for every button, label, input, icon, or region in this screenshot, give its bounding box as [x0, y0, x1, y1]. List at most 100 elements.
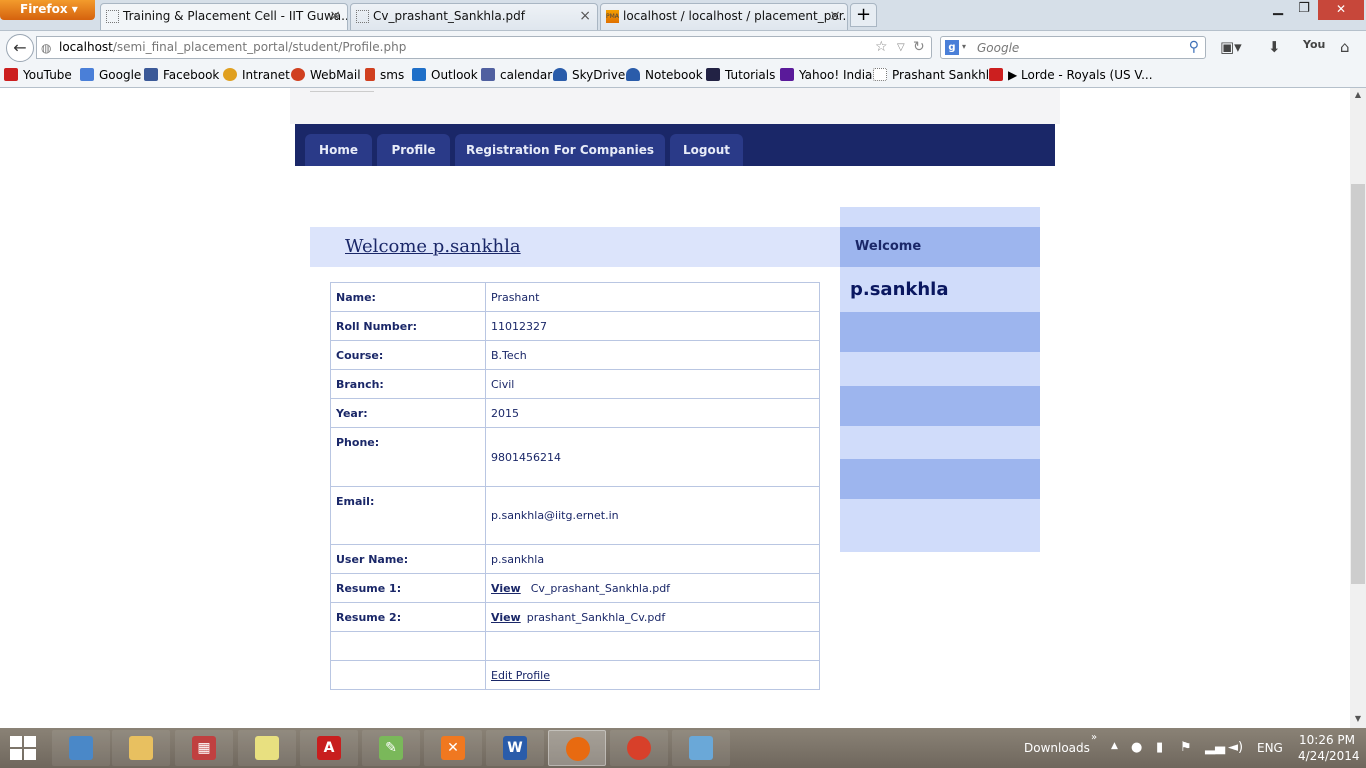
- google-search-engine-icon[interactable]: g: [945, 40, 959, 55]
- scroll-down-icon[interactable]: ▼: [1350, 714, 1366, 723]
- bookmark-tutorials[interactable]: Tutorials: [706, 68, 775, 82]
- close-icon[interactable]: ×: [829, 4, 841, 28]
- field-label: Year:: [330, 398, 486, 428]
- site-identity-icon[interactable]: ◍: [41, 41, 51, 55]
- wifi-icon[interactable]: ▂▄: [1205, 740, 1225, 768]
- window-close-icon[interactable]: ✕: [1318, 0, 1364, 20]
- tab-cv-pdf[interactable]: Cv_prashant_Sankhla.pdf ×: [350, 3, 598, 30]
- close-icon[interactable]: ×: [579, 4, 591, 28]
- chevron-right-icon[interactable]: »: [1091, 732, 1097, 768]
- back-button[interactable]: ←: [6, 34, 34, 62]
- page-viewport: Home Profile Registration For Companies …: [0, 88, 1350, 728]
- bookmark-lorde-royals[interactable]: ▶ Lorde - Royals (US V...: [989, 68, 1153, 82]
- downloads-icon[interactable]: ⬇: [1268, 38, 1281, 56]
- field-label: Email:: [330, 486, 486, 545]
- close-icon[interactable]: ×: [329, 4, 341, 28]
- engine-dropdown-icon[interactable]: ▾: [962, 42, 966, 51]
- bookmark-webmail[interactable]: WebMail: [291, 68, 361, 82]
- show-hidden-icons-icon[interactable]: ▲: [1111, 741, 1118, 768]
- bookmark-skydrive[interactable]: SkyDrive: [553, 68, 625, 82]
- tab-training-placement[interactable]: Training & Placement Cell - IIT Guwa... …: [100, 3, 348, 30]
- bookmark-calendar[interactable]: calendar: [481, 68, 552, 82]
- edit-profile-link[interactable]: Edit Profile: [491, 669, 550, 682]
- taskbar-paint[interactable]: [672, 730, 730, 766]
- search-bar[interactable]: g ▾ Google ⚲: [940, 36, 1206, 59]
- empty-cell: [330, 631, 486, 661]
- bookmark-label: sms: [380, 68, 405, 82]
- control-panel-icon: [69, 736, 93, 760]
- menu-profile[interactable]: Profile: [377, 134, 450, 166]
- taskbar-start-screen[interactable]: ▦: [175, 730, 233, 766]
- welcome-heading-link[interactable]: Welcome p.sankhla: [345, 236, 521, 257]
- bookmark-star-icon[interactable]: ☆: [875, 39, 888, 55]
- taskbar-file-explorer[interactable]: [112, 730, 170, 766]
- volume-icon[interactable]: ◄): [1228, 740, 1243, 768]
- new-tab-button[interactable]: +: [850, 3, 877, 27]
- empty-cell: [485, 631, 820, 661]
- table-row: Resume 1: View Cv_prashant_Sankhla.pdf: [330, 573, 820, 603]
- field-value: Civil: [485, 369, 820, 399]
- table-row: User Name: p.sankhla: [330, 544, 820, 574]
- taskbar-adobe-reader[interactable]: A: [300, 730, 358, 766]
- downloads-toolbar-label[interactable]: Downloads: [1024, 741, 1090, 768]
- menu-registration-for-companies[interactable]: Registration For Companies: [455, 134, 665, 166]
- minimize-icon[interactable]: ▁: [1266, 0, 1290, 20]
- action-center-flag-icon[interactable]: ⚑: [1180, 740, 1192, 768]
- bookmark-yahoo[interactable]: Yahoo! India: [780, 68, 872, 82]
- restore-icon[interactable]: ❐: [1292, 0, 1316, 20]
- bookmark-intranet[interactable]: Intranet: [223, 68, 290, 82]
- bookmark-label: Outlook: [431, 68, 478, 82]
- youtube-icon: [989, 68, 1003, 81]
- power-icon[interactable]: ▮: [1156, 740, 1163, 768]
- bookmark-label: calendar: [500, 68, 553, 82]
- windows-taskbar: ▦ A ✎ ✕ W Downloads » ▲ ● ▮ ⚑ ▂▄ ◄) ENG …: [0, 728, 1366, 768]
- taskbar-xampp[interactable]: ✕: [424, 730, 482, 766]
- bookmark-prashant-sankhla[interactable]: Prashant Sankhla: [873, 68, 996, 82]
- youtube-toolbar-icon[interactable]: You: [1303, 38, 1325, 51]
- bookmark-facebook[interactable]: Facebook: [144, 68, 219, 82]
- facebook-icon: [144, 68, 158, 81]
- firefox-menu-button[interactable]: Firefox ▾: [0, 0, 95, 20]
- reload-icon[interactable]: ↻: [913, 39, 925, 55]
- clock-date[interactable]: 4/24/2014: [1298, 749, 1360, 768]
- language-indicator[interactable]: ENG: [1257, 741, 1283, 768]
- resume1-view-link[interactable]: View: [491, 582, 521, 595]
- scrollbar-thumb[interactable]: [1351, 184, 1365, 584]
- firefox-icon: [566, 737, 590, 761]
- bookmarks-menu-icon[interactable]: ▣▾: [1220, 38, 1242, 56]
- url-bar[interactable]: ◍ localhost/semi_final_placement_portal/…: [36, 36, 932, 59]
- field-value: 11012327: [485, 311, 820, 341]
- start-button[interactable]: [10, 736, 38, 762]
- taskbar-firefox[interactable]: [548, 730, 606, 766]
- resume2-view-link[interactable]: View: [491, 611, 521, 624]
- search-input[interactable]: Google: [977, 41, 1019, 55]
- outlook-icon: [412, 68, 426, 81]
- bookmark-notebook[interactable]: Notebook: [626, 68, 703, 82]
- field-label: Course:: [330, 340, 486, 370]
- home-icon[interactable]: ⌂: [1340, 38, 1350, 56]
- tab-title: Cv_prashant_Sankhla.pdf: [373, 9, 525, 23]
- taskbar-word[interactable]: W: [486, 730, 544, 766]
- bookmarks-toolbar: YouTube Google Facebook Intranet WebMail…: [0, 62, 1366, 88]
- taskbar-notepad-plus[interactable]: ✎: [362, 730, 420, 766]
- taskbar-chrome[interactable]: [610, 730, 668, 766]
- menu-home[interactable]: Home: [305, 134, 372, 166]
- search-icon[interactable]: ⚲: [1189, 39, 1199, 55]
- scroll-up-icon[interactable]: ▲: [1350, 90, 1366, 99]
- history-dropdown-icon[interactable]: ▽: [897, 42, 905, 53]
- field-label: Branch:: [330, 369, 486, 399]
- network-icon[interactable]: ●: [1131, 740, 1142, 768]
- taskbar-sticky-notes[interactable]: [238, 730, 296, 766]
- tutorials-icon: [706, 68, 720, 81]
- table-row: [330, 631, 820, 661]
- menu-logout[interactable]: Logout: [670, 134, 743, 166]
- taskbar-control-panel[interactable]: [52, 730, 110, 766]
- bookmark-sms[interactable]: sms: [365, 68, 404, 82]
- bookmark-google[interactable]: Google: [80, 68, 141, 82]
- bookmark-outlook[interactable]: Outlook: [412, 68, 478, 82]
- page-scrollbar[interactable]: ▲ ▼: [1350, 88, 1366, 728]
- table-row: Year: 2015: [330, 398, 820, 428]
- page-icon: [106, 10, 119, 23]
- tab-phpmyadmin[interactable]: PMA localhost / localhost / placement_po…: [600, 3, 848, 30]
- bookmark-youtube[interactable]: YouTube: [4, 68, 72, 82]
